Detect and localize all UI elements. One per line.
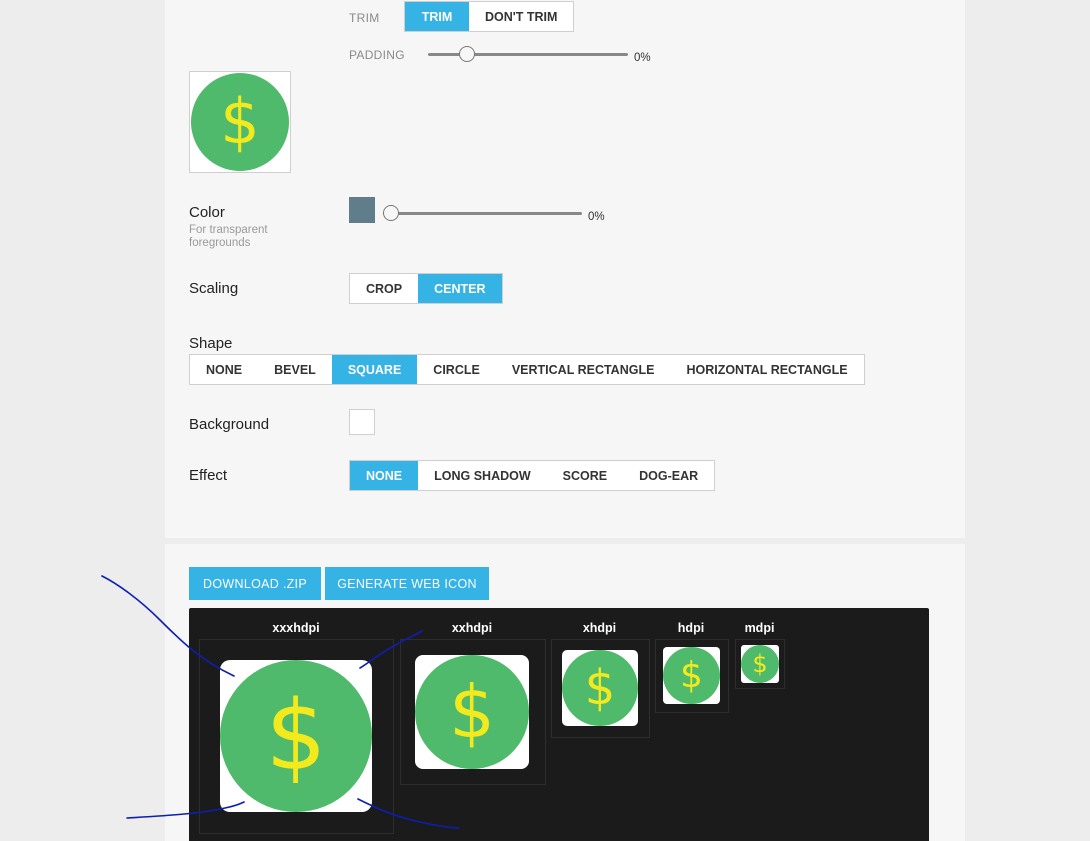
scaling-center-option[interactable]: CENTER	[418, 274, 502, 303]
dollar-icon: $	[220, 660, 372, 812]
shape-circle-option[interactable]: CIRCLE	[417, 355, 496, 384]
color-sublabel: For transparent foregrounds	[189, 224, 268, 249]
icon-tile-xhdpi: $	[562, 650, 638, 726]
background-label: Background	[189, 416, 270, 433]
trim-label: TRIM	[349, 11, 380, 25]
effect-label: Effect	[189, 467, 228, 484]
generate-web-icon-button[interactable]: GENERATE WEB ICON	[325, 567, 489, 600]
dollar-icon: $	[191, 73, 289, 171]
scaling-crop-option[interactable]: CROP	[350, 274, 418, 303]
padding-slider-thumb[interactable]	[459, 46, 475, 62]
effect-score-option[interactable]: SCORE	[547, 461, 623, 490]
shape-horizontal-rectangle-option[interactable]: HORIZONTAL RECTANGLE	[670, 355, 863, 384]
download-zip-button[interactable]: DOWNLOAD .ZIP	[189, 567, 321, 600]
scaling-toggle-group: CROP CENTER	[349, 273, 503, 304]
padding-slider-track[interactable]	[428, 53, 628, 56]
trim-toggle-group: TRIM DON'T TRIM	[404, 1, 575, 32]
color-alpha-value: 0%	[588, 211, 605, 223]
shape-square-option[interactable]: SQUARE	[331, 355, 418, 384]
icon-tile-hdpi: $	[663, 647, 720, 704]
color-alpha-slider-track[interactable]	[383, 212, 582, 215]
density-label-mdpi: mdpi	[744, 621, 775, 635]
color-alpha-slider-thumb[interactable]	[383, 205, 399, 221]
shape-vertical-rectangle-option[interactable]: VERTICAL RECTANGLE	[496, 355, 671, 384]
effect-toggle-group: NONE LONG SHADOW SCORE DOG-EAR	[349, 460, 716, 491]
effect-long-shadow-option[interactable]: LONG SHADOW	[418, 461, 547, 490]
color-label: Color	[189, 204, 225, 221]
shape-none-option[interactable]: NONE	[190, 355, 258, 384]
density-label-xxxhdpi: xxxhdpi	[272, 621, 320, 635]
scaling-label: Scaling	[189, 280, 239, 297]
icon-tile-xxhdpi: $	[415, 655, 529, 769]
background-swatch[interactable]	[349, 409, 375, 435]
shape-label: Shape	[189, 335, 233, 352]
trim-option[interactable]: TRIM	[405, 2, 469, 31]
source-preview: $	[189, 71, 291, 173]
dollar-icon: $	[663, 647, 720, 704]
icon-tile-xxxhdpi: $	[220, 660, 372, 812]
dollar-icon: $	[415, 655, 529, 769]
density-label-hdpi: hdpi	[677, 621, 705, 635]
shape-toggle-group: NONE BEVEL SQUARE CIRCLE VERTICAL RECTAN…	[189, 354, 865, 385]
density-label-xhdpi: xhdpi	[582, 621, 617, 635]
dont-trim-option[interactable]: DON'T TRIM	[469, 2, 573, 31]
effect-none-option[interactable]: NONE	[350, 461, 419, 490]
padding-value: 0%	[634, 52, 651, 64]
icon-tile-mdpi: $	[741, 645, 779, 683]
effect-dog-ear-option[interactable]: DOG-EAR	[623, 461, 714, 490]
padding-label: PADDING	[349, 48, 405, 62]
shape-bevel-option[interactable]: BEVEL	[258, 355, 332, 384]
density-label-xxhdpi: xxhdpi	[451, 621, 493, 635]
dollar-icon: $	[562, 650, 638, 726]
dollar-icon: $	[741, 645, 779, 683]
color-swatch[interactable]	[349, 197, 375, 223]
